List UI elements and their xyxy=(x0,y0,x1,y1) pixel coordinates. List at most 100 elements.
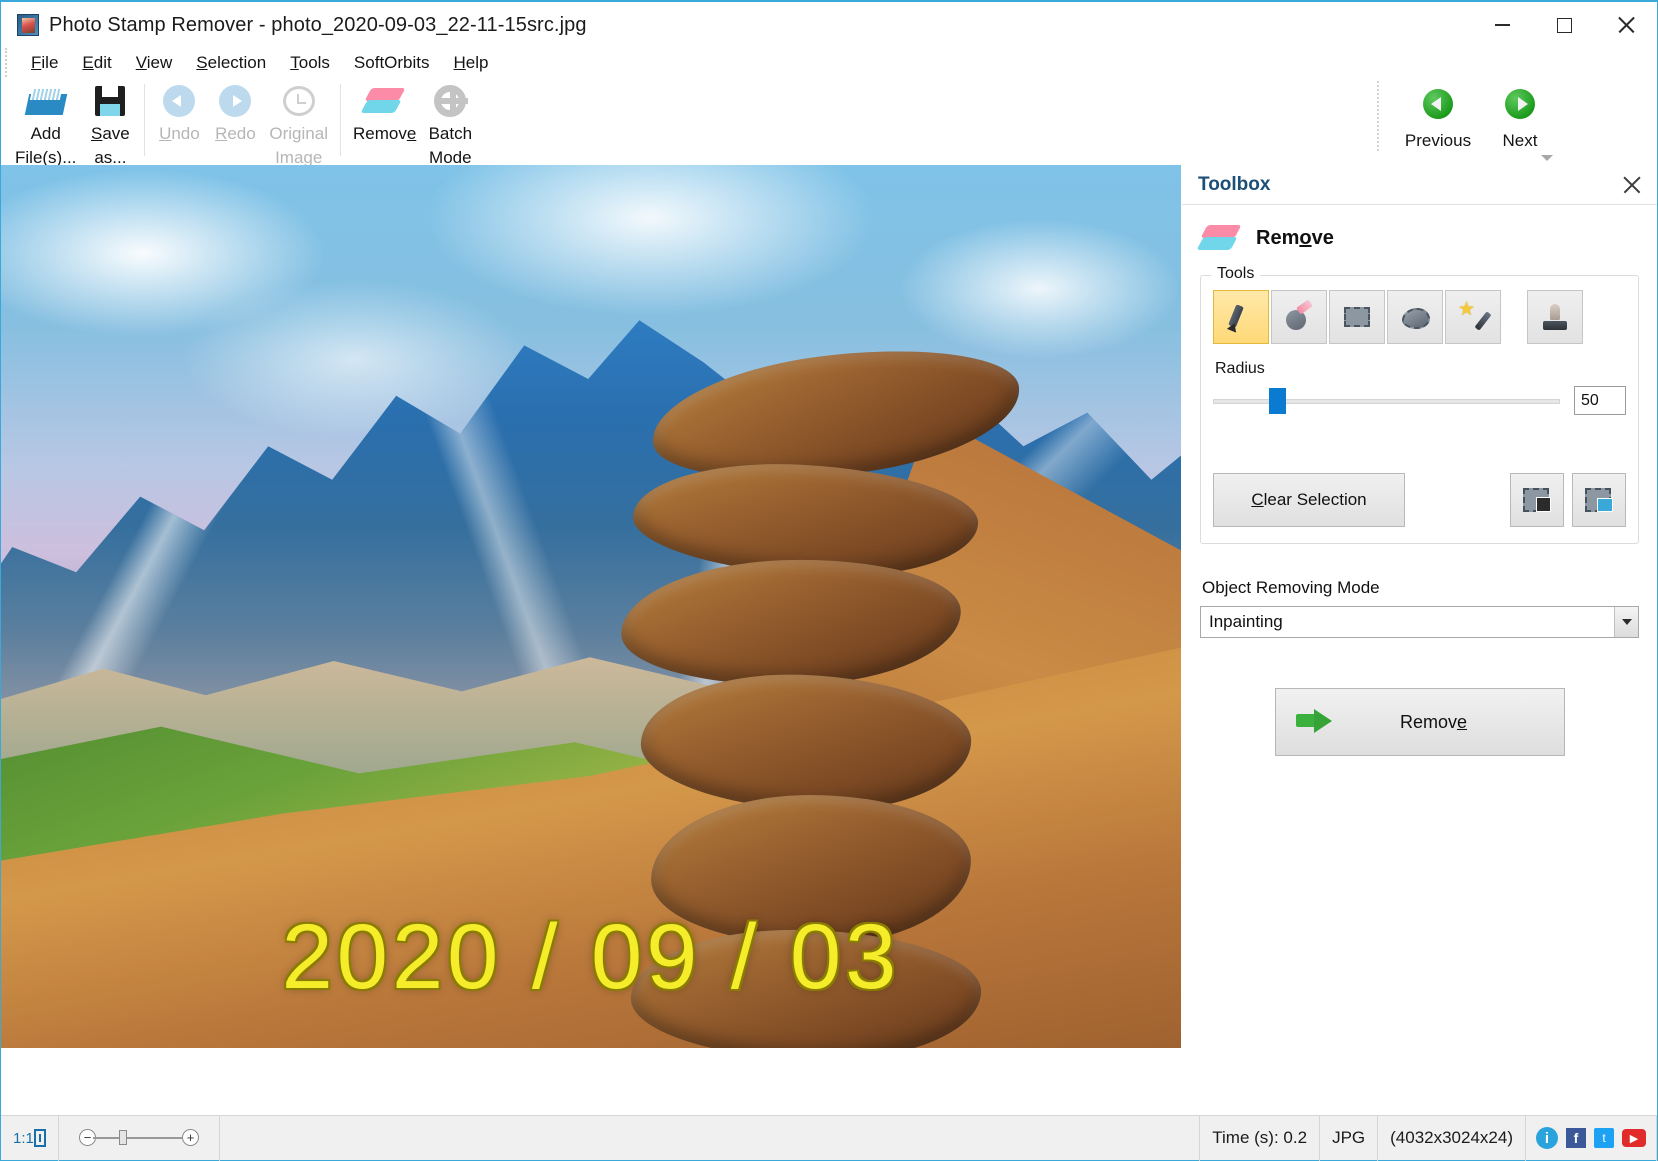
main-area: 2020 / 09 / 03 Toolbox Remove Tools xyxy=(1,165,1657,1114)
tools-legend: Tools xyxy=(1211,265,1260,283)
status-bar: 1:1 − + Time (s): 0.2 JPG (4032x3024x24)… xyxy=(1,1115,1657,1160)
navigation-group: Previous Next xyxy=(1377,81,1561,151)
youtube-icon[interactable]: ▶ xyxy=(1622,1129,1646,1147)
add-files-label-line1: Add xyxy=(31,124,61,145)
toolbar-separator-2 xyxy=(340,84,341,156)
add-files-button[interactable]: Add File(s)... xyxy=(9,77,82,168)
undo-button[interactable]: Undo xyxy=(151,77,207,145)
green-right-arrow-icon xyxy=(1505,89,1535,119)
zoom-ratio-cell[interactable]: 1:1 xyxy=(1,1116,59,1161)
minimize-button[interactable] xyxy=(1471,2,1533,48)
menu-item-tools[interactable]: Tools xyxy=(280,51,340,75)
toolbar: Add File(s)... Save as... Undo Redo Orig… xyxy=(1,77,1657,163)
magic-wand-tool[interactable] xyxy=(1445,290,1501,344)
undo-arrow-icon xyxy=(163,81,195,121)
tools-row xyxy=(1213,290,1626,344)
close-icon[interactable] xyxy=(1621,174,1643,196)
toolbox-mode-header: Remove xyxy=(1200,219,1639,269)
toolbox-title: Toolbox xyxy=(1198,174,1621,196)
menu-label-selection-rest: election xyxy=(208,53,267,72)
zoom-slider[interactable]: − + xyxy=(79,1128,199,1148)
zoom-ratio-label: 1:1 xyxy=(13,1130,34,1147)
eraser-icon xyxy=(1204,225,1238,251)
toolbox-panel: Toolbox Remove Tools xyxy=(1181,165,1657,1114)
menu-item-view[interactable]: View xyxy=(126,51,183,75)
rock-3 xyxy=(619,554,963,691)
toolbox-mode-label: Remove xyxy=(1256,227,1334,250)
status-icons-cell: i f t ▶ xyxy=(1526,1116,1657,1161)
original-image-button[interactable]: Original Image xyxy=(263,77,334,168)
zoom-slider-cell: − + xyxy=(59,1116,220,1161)
radius-slider[interactable] xyxy=(1213,388,1560,414)
menu-item-edit[interactable]: Edit xyxy=(72,51,121,75)
menu-label-help-rest: elp xyxy=(466,53,489,72)
radius-row: 50 xyxy=(1213,386,1626,415)
menu-item-file[interactable]: File xyxy=(21,51,68,75)
rectangle-select-tool[interactable] xyxy=(1329,290,1385,344)
object-removing-mode-label: Object Removing Mode xyxy=(1202,578,1639,598)
zoom-in-button[interactable]: + xyxy=(182,1129,199,1146)
selection-io-buttons xyxy=(1510,473,1626,527)
menu-label-view-rest: iew xyxy=(147,53,173,72)
radius-slider-track xyxy=(1213,399,1560,404)
batch-mode-button[interactable]: Batch Mode xyxy=(422,77,478,168)
clone-stamp-tool[interactable] xyxy=(1527,290,1583,344)
fit-to-window-icon[interactable] xyxy=(34,1129,46,1147)
toolbar-group-history: Undo Redo Original Image xyxy=(151,77,334,163)
application-window: Photo Stamp Remover - photo_2020-09-03_2… xyxy=(0,0,1658,1161)
lasso-select-tool[interactable] xyxy=(1387,290,1443,344)
brush-eraser-tool[interactable] xyxy=(1271,290,1327,344)
previous-button[interactable]: Previous xyxy=(1397,81,1479,151)
lasso-icon xyxy=(1400,302,1430,332)
redo-button[interactable]: Redo xyxy=(207,77,263,145)
chevron-down-icon[interactable] xyxy=(1614,607,1638,637)
menu-bar: File Edit View Selection Tools SoftOrbit… xyxy=(5,48,1657,77)
previous-label: Previous xyxy=(1405,131,1471,151)
toolbox-header: Toolbox xyxy=(1182,165,1657,205)
remove-button[interactable]: Remove xyxy=(1275,688,1565,756)
twitter-icon[interactable]: t xyxy=(1594,1128,1614,1148)
load-selection-button[interactable] xyxy=(1572,473,1626,527)
toolbox-body: Remove Tools xyxy=(1182,205,1657,756)
zoom-slider-thumb[interactable] xyxy=(119,1130,127,1145)
brush-eraser-icon xyxy=(1284,302,1314,332)
menu-item-selection[interactable]: Selection xyxy=(186,51,276,75)
facebook-icon[interactable]: f xyxy=(1566,1128,1586,1148)
status-spacer xyxy=(220,1116,1200,1161)
close-button[interactable] xyxy=(1595,2,1657,48)
load-selection-icon xyxy=(1585,488,1613,512)
radius-value-input[interactable]: 50 xyxy=(1574,386,1626,415)
green-arrow-icon xyxy=(1296,708,1334,736)
title-bar: Photo Stamp Remover - photo_2020-09-03_2… xyxy=(1,2,1657,48)
rock-4 xyxy=(639,669,974,815)
next-label: Next xyxy=(1503,131,1538,151)
redo-arrow-icon xyxy=(219,81,251,121)
radius-slider-thumb[interactable] xyxy=(1269,388,1286,414)
maximize-button[interactable] xyxy=(1533,2,1595,48)
save-as-button[interactable]: Save as... xyxy=(82,77,138,168)
window-title: Photo Stamp Remover - photo_2020-09-03_2… xyxy=(49,14,587,37)
folder-open-icon xyxy=(27,81,65,121)
clear-selection-button[interactable]: Clear Selection xyxy=(1213,473,1405,527)
clear-selection-label: Clear Selection xyxy=(1251,490,1366,510)
menu-item-softorbits[interactable]: SoftOrbits xyxy=(344,51,440,75)
remove-toolbar-label: Remove xyxy=(353,124,416,145)
object-removing-mode-select[interactable]: Inpainting xyxy=(1200,606,1639,638)
save-as-label-line1: Save xyxy=(91,124,130,145)
next-button[interactable]: Next xyxy=(1479,81,1561,151)
remove-toolbar-button[interactable]: Remove xyxy=(347,77,422,145)
toolbar-overflow-caret-icon[interactable] xyxy=(1541,155,1553,161)
info-icon[interactable]: i xyxy=(1536,1127,1558,1149)
remove-button-label: Remove xyxy=(1334,712,1564,733)
tools-fieldset: Tools xyxy=(1200,275,1639,544)
image-canvas[interactable]: 2020 / 09 / 03 xyxy=(1,165,1181,1048)
original-image-label-line1: Original xyxy=(269,124,328,145)
magic-wand-icon xyxy=(1458,302,1488,332)
green-left-arrow-icon xyxy=(1423,89,1453,119)
menu-item-help[interactable]: Help xyxy=(444,51,499,75)
save-selection-button[interactable] xyxy=(1510,473,1564,527)
pencil-tool[interactable] xyxy=(1213,290,1269,344)
clock-history-icon xyxy=(283,81,315,121)
save-selection-icon xyxy=(1523,488,1551,512)
redo-label: Redo xyxy=(215,124,256,145)
